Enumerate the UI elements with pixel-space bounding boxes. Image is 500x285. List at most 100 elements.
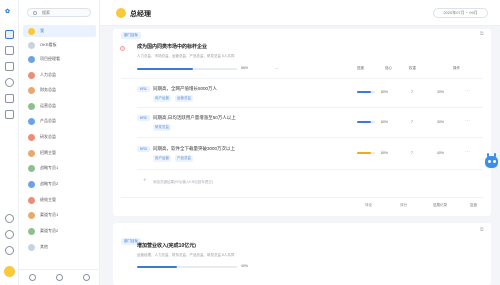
sidebar-item[interactable]: 我 xyxy=(23,25,96,37)
avatar xyxy=(28,86,35,94)
group-icon[interactable] xyxy=(83,274,90,281)
settings-icon[interactable] xyxy=(5,78,14,87)
gear-icon[interactable] xyxy=(5,246,14,255)
avatar xyxy=(28,164,35,172)
objective-title[interactable]: 增加营业收入(完成10亿元) xyxy=(137,242,196,249)
assistant-robot-icon[interactable] xyxy=(484,153,500,173)
avatar xyxy=(28,133,35,141)
robot-eye xyxy=(488,160,491,163)
sidebar-item-label: 项目经理看 xyxy=(40,56,60,61)
expand-icon[interactable]: ⧉ xyxy=(480,31,484,37)
col-confidence: 信心 xyxy=(385,66,392,70)
sidebar-item[interactable]: 人力总监 xyxy=(23,69,96,81)
sidebar-item-label: 运营总监 xyxy=(40,103,56,108)
sidebar-item-label: 招聘主管 xyxy=(40,150,56,155)
divider xyxy=(121,197,483,198)
kr-progress-bar xyxy=(357,91,375,93)
sidebar-item-label: 绩效主管 xyxy=(40,197,56,202)
kr-progress-fill xyxy=(357,121,372,123)
robot-eye xyxy=(493,160,496,163)
objective-title[interactable]: 成为国内同类市场中的标杆企业 xyxy=(137,43,207,50)
col-progress: 进度 xyxy=(357,66,364,70)
sidebar-item[interactable]: 研发总监 xyxy=(23,131,96,143)
kr-confidence: 7 xyxy=(411,90,413,94)
team-icon[interactable] xyxy=(56,274,63,281)
sidebar-item-label: 我 xyxy=(40,28,44,33)
sidebar-item[interactable]: 运营总监 xyxy=(23,100,96,112)
more-icon[interactable]: ⋯ xyxy=(465,88,470,94)
sidebar-footer xyxy=(19,269,100,285)
user-avatar[interactable] xyxy=(4,266,15,277)
objective-card: 部门目标 ⧉ 增加营业收入(完成10亿元) 运营经理、人力总监、财务总监、产品总… xyxy=(113,223,491,285)
objective-tag: 部门目标 xyxy=(121,32,141,39)
sidebar-item[interactable]: 战略专员2 xyxy=(23,178,96,190)
comment-button[interactable]: 评论 xyxy=(365,203,372,208)
sidebar-item[interactable]: 财务总监 xyxy=(23,84,96,96)
add-kr-input[interactable]: 添加关键结果(KR)(输入KR后回车提交) xyxy=(153,180,213,185)
kr-confidence: 7 xyxy=(411,151,413,155)
message-icon[interactable] xyxy=(5,110,14,119)
chart-icon[interactable] xyxy=(5,62,14,71)
kr-title[interactable]: 同期高,日均活跃用户量增涨至50万人以上 xyxy=(153,115,236,121)
more-icon xyxy=(28,243,35,251)
kr-chip: 产品总监 xyxy=(175,155,193,162)
sidebar-item-label: 战略专员1 xyxy=(40,165,59,170)
divider xyxy=(137,107,483,108)
info-icon[interactable] xyxy=(5,230,14,239)
more-icon[interactable]: ⋯ xyxy=(465,118,470,124)
help-icon[interactable] xyxy=(5,214,14,223)
sidebar-item[interactable]: 其他 xyxy=(23,241,96,253)
app-logo: ✿ xyxy=(5,9,11,15)
search-box[interactable] xyxy=(27,8,91,17)
sidebar-item-label: 财务总监 xyxy=(40,87,56,92)
expand-icon[interactable]: ⧉ xyxy=(480,227,484,233)
sidebar-item[interactable]: 产品总监 xyxy=(23,115,96,127)
report-icon[interactable] xyxy=(5,94,14,103)
avatar xyxy=(28,180,35,188)
objective-card: 部门目标 ⧉ 成为国内同类市场中的标杆企业 人力总监、市场总监、运营总监、产品总… xyxy=(113,29,491,216)
page-header: 总经理 2020年07月 ~ 09月 xyxy=(100,0,500,26)
priority-dot xyxy=(120,46,125,51)
icon-rail: ✿ xyxy=(0,0,19,285)
sidebar-item[interactable]: 渠道专员1 xyxy=(23,209,96,221)
kr-chip: 用户运营 xyxy=(153,155,171,162)
sidebar-item[interactable]: 招聘主管 xyxy=(23,147,96,159)
sidebar-item-label: 渠道专员1 xyxy=(40,212,59,217)
sidebar-item-label: 研发总监 xyxy=(40,134,56,139)
kr-progress-fill xyxy=(357,152,372,154)
kr-title[interactable]: 同期高，全网产值增长5000万人 xyxy=(153,86,217,92)
col-actions[interactable]: 操作 xyxy=(453,66,460,71)
sidebar-item[interactable]: OKR看板 xyxy=(23,39,96,51)
more-icon[interactable]: ⋯ xyxy=(465,149,470,155)
objective-progress-bar xyxy=(137,266,237,268)
avatar xyxy=(28,117,35,125)
user-icon[interactable] xyxy=(29,274,36,281)
sidebar-item[interactable]: 渠道专员2 xyxy=(23,225,96,237)
kr-progress-bar xyxy=(357,152,375,154)
objective-progress-bar xyxy=(137,68,237,70)
sidebar-item-label: 渠道专员2 xyxy=(40,228,59,233)
avatar xyxy=(28,149,35,157)
sidebar-item[interactable]: 项目经理看 xyxy=(23,53,96,65)
score-button[interactable]: 评分 xyxy=(400,203,407,208)
robot-head xyxy=(485,156,498,168)
objective-progress-fill xyxy=(137,266,177,268)
kr-weight: 40% xyxy=(437,151,445,155)
divider xyxy=(121,78,483,79)
col-weight: 权重 xyxy=(409,66,416,70)
people-icon[interactable] xyxy=(5,46,14,55)
date-range-picker[interactable]: 2020年07月 ~ 09月 xyxy=(433,8,488,18)
progress-log-button[interactable]: 进展记录 xyxy=(433,203,447,208)
kr-badge: KR2 xyxy=(137,115,150,121)
add-kr-icon[interactable]: + xyxy=(143,178,147,184)
objective-progress-label: 56% xyxy=(241,66,249,70)
sidebar-item[interactable]: 战略专员1 xyxy=(23,162,96,174)
review-button[interactable]: 复盘 xyxy=(470,203,477,208)
kr-chip: 研发总监 xyxy=(153,124,171,131)
kr-title[interactable]: 同期高，软件全下载量突破3000万次以上 xyxy=(153,146,235,152)
sidebar: 我 OKR看板 项目经理看 人力总监 财务总监 运营总监 产品总监 研发总监 招… xyxy=(19,0,100,285)
board-icon xyxy=(28,41,35,49)
kr-progress-label: 80% xyxy=(381,90,389,94)
home-icon[interactable] xyxy=(5,30,14,39)
sidebar-item[interactable]: 绩效主管 xyxy=(23,194,96,206)
